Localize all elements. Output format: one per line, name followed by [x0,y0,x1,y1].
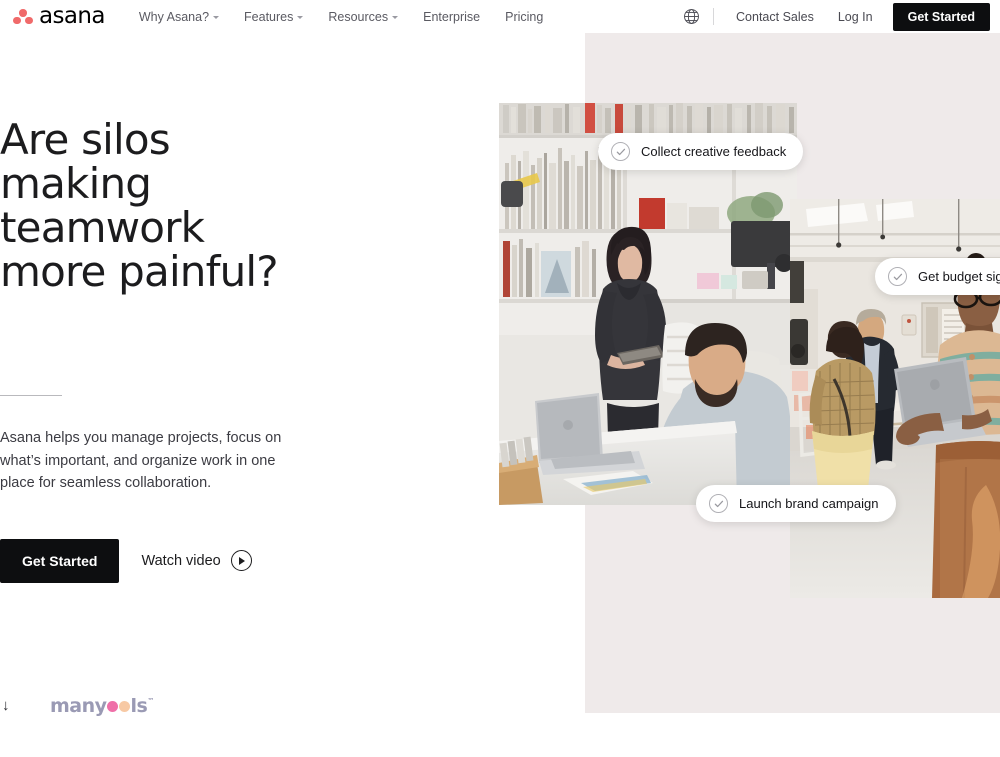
task-pill-collect-feedback[interactable]: Collect creative feedback [598,133,804,170]
header-get-started-button[interactable]: Get Started [892,2,990,31]
hero-get-started-button[interactable]: Get Started [0,538,120,583]
nav-label: Resources [328,9,389,24]
check-circle-icon [888,267,907,286]
nav-item-pricing[interactable]: Pricing [505,10,543,24]
hero-content: Are silos making teamwork more painful? … [0,115,470,583]
watch-video-button[interactable]: Watch video [141,550,252,572]
hero-divider [0,395,62,397]
nav-item-why-asana[interactable]: Why Asana? [138,9,220,24]
hero-subtitle: Asana helps you manage projects, focus o… [0,430,282,492]
check-circle-icon [611,142,630,161]
nav-item-resources[interactable]: Resources [328,9,399,24]
log-in-link[interactable]: Log In [826,10,885,24]
task-pill-label: Get budget sign-off [918,269,1000,284]
task-pill-launch-campaign[interactable]: Launch brand campaign [696,485,896,522]
nav-label: Enterprise [423,9,481,24]
globe-icon [684,9,699,24]
nav-item-features[interactable]: Features [244,9,304,24]
watermark-text-end: ls [130,695,148,717]
manytools-watermark: many ls ™ [50,697,154,716]
header-divider [713,8,715,25]
chevron-down-icon [297,16,304,19]
task-pill-label: Launch brand campaign [739,496,879,511]
watermark-trademark: ™ [147,697,154,705]
asana-dots-icon [13,9,33,25]
header-actions: Contact Sales Log In Get Started [674,2,990,31]
chevron-down-icon [392,16,399,19]
asana-logo[interactable]: asana [13,5,105,28]
site-header: asana Why Asana? Features Resources Ente… [0,0,1000,33]
nav-label: Features [244,9,294,24]
language-selector[interactable] [674,8,709,25]
contact-sales-link[interactable]: Contact Sales [724,10,826,24]
asana-wordmark: asana [39,3,105,29]
check-circle-icon [709,494,728,513]
page-title: Are silos making teamwork more painful? [0,115,279,297]
watermark-dot-peach [119,701,131,712]
nav-item-enterprise[interactable]: Enterprise [423,10,480,24]
watch-video-label: Watch video [141,552,221,569]
play-icon [230,550,252,572]
scroll-down-arrow-icon[interactable]: ↓ [2,698,10,713]
hero-page: asana Why Asana? Features Resources Ente… [0,0,1000,757]
main-nav: Why Asana? Features Resources Enterprise… [139,10,543,24]
watermark-dot-pink [107,701,119,712]
nav-label: Pricing [505,9,544,24]
chevron-down-icon [213,16,220,19]
task-pill-label: Collect creative feedback [641,144,787,159]
hero-cta-row: Get Started Watch video [0,538,470,583]
nav-label: Why Asana? [138,9,210,24]
watermark-text-start: many [50,695,107,717]
task-pill-budget-signoff[interactable]: Get budget sign-off [875,258,1000,295]
